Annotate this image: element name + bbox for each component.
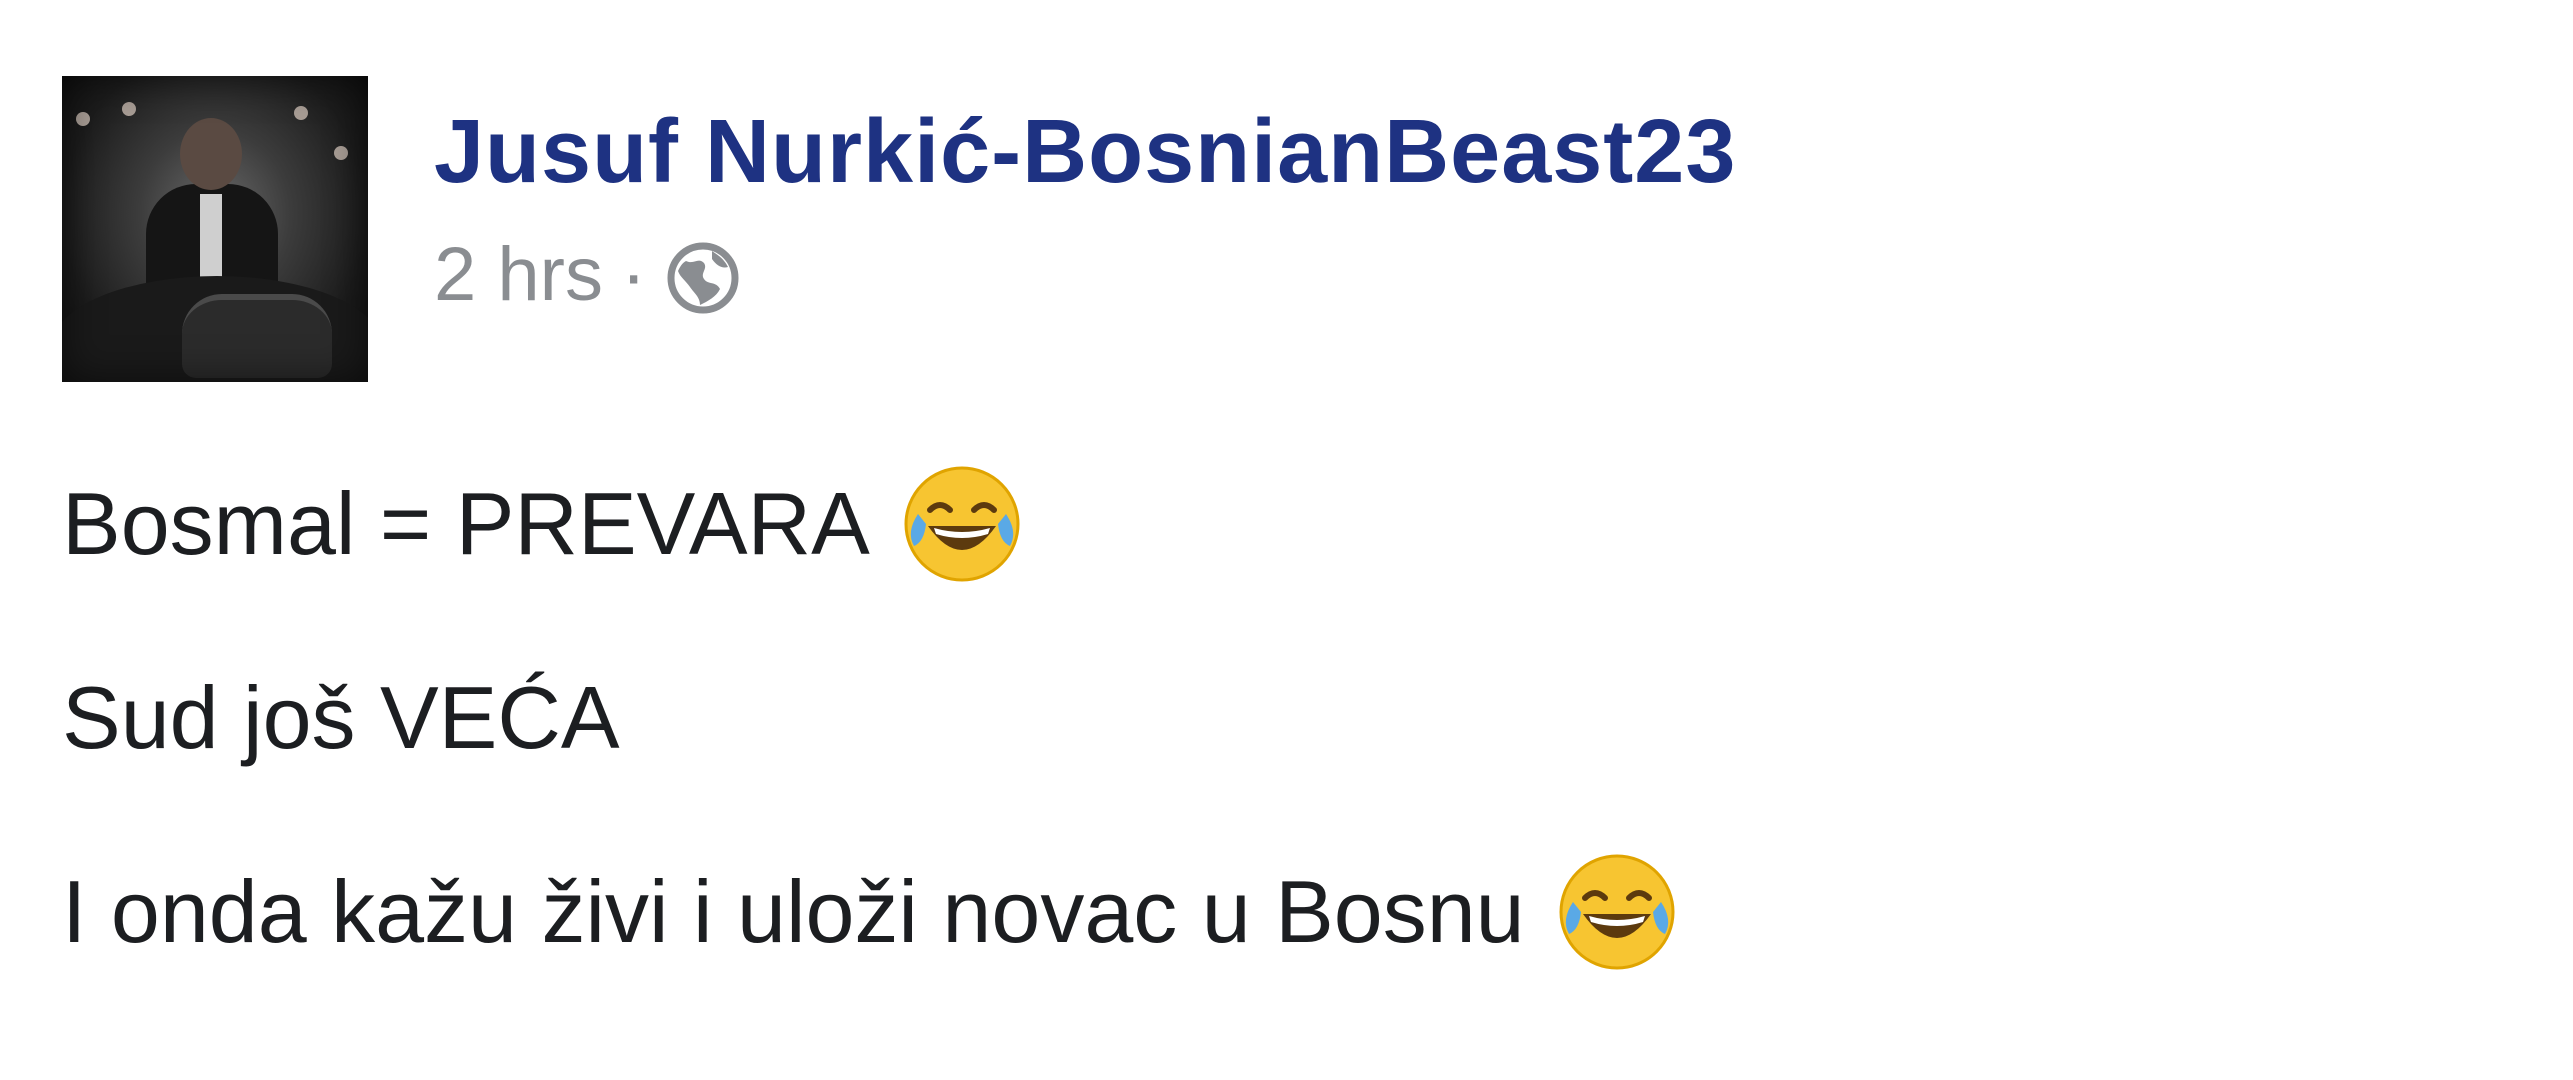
post-line: Bosmal = PREVARA [62,462,1679,586]
separator-dot: · [620,232,647,317]
post-header: Jusuf Nurkić-BosnianBeast23 2 hrs · [62,76,1736,382]
emoji-graphic [1559,854,1675,970]
face-with-tears-of-joy-icon [1555,850,1679,974]
avatar-vignette [62,76,368,382]
post-line: I onda kažu živi i uloži novac u Bosnu [62,850,1679,974]
globe-icon-graphic [667,242,739,314]
post-line-text: Sud još VEĆA [62,668,620,767]
post-line-text: I onda kažu živi i uloži novac u Bosnu [62,862,1525,961]
facebook-post: Jusuf Nurkić-BosnianBeast23 2 hrs · Bosm… [0,0,2573,1080]
post-timestamp[interactable]: 2 hrs [434,230,603,320]
face-with-tears-of-joy-icon [900,462,1024,586]
post-line-text: Bosmal = PREVARA [62,474,870,573]
post-subline: 2 hrs · [434,230,1736,320]
emoji-graphic [904,466,1020,582]
globe-icon[interactable] [664,239,742,317]
author-name[interactable]: Jusuf Nurkić-BosnianBeast23 [434,100,1736,204]
post-line: Sud još VEĆA [62,656,1679,780]
post-meta: Jusuf Nurkić-BosnianBeast23 2 hrs · [434,76,1736,320]
avatar[interactable] [62,76,368,382]
post-body: Bosmal = PREVARA Sud još VEĆA I onda kaž… [62,462,1679,1044]
